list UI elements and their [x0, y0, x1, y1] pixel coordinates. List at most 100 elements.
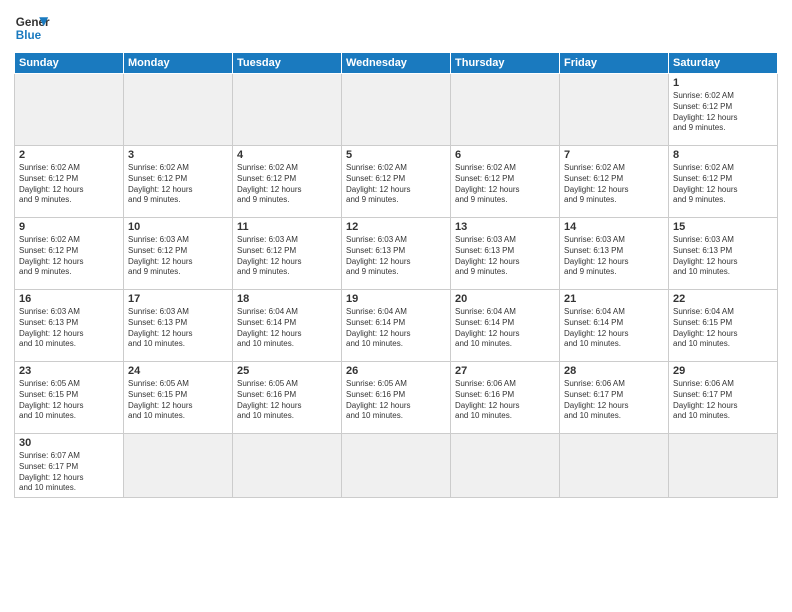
- cell-info: Sunrise: 6:03 AM Sunset: 6:13 PM Dayligh…: [128, 307, 228, 350]
- day-number: 28: [564, 365, 664, 377]
- calendar-cell: [451, 434, 560, 498]
- calendar-cell: 15Sunrise: 6:03 AM Sunset: 6:13 PM Dayli…: [669, 218, 778, 290]
- calendar-cell: 30Sunrise: 6:07 AM Sunset: 6:17 PM Dayli…: [15, 434, 124, 498]
- cell-info: Sunrise: 6:02 AM Sunset: 6:12 PM Dayligh…: [19, 235, 119, 278]
- calendar-cell: [451, 74, 560, 146]
- calendar-cell: 16Sunrise: 6:03 AM Sunset: 6:13 PM Dayli…: [15, 290, 124, 362]
- calendar-cell: [669, 434, 778, 498]
- cell-info: Sunrise: 6:04 AM Sunset: 6:14 PM Dayligh…: [346, 307, 446, 350]
- header: General Blue: [14, 10, 778, 46]
- day-number: 30: [19, 437, 119, 449]
- calendar-cell: 7 Sunrise: 6:02 AM Sunset: 6:12 PM Daylig…: [560, 146, 669, 218]
- calendar-cell: [124, 434, 233, 498]
- cell-info: Sunrise: 6:02 AM Sunset: 6:12 PM Dayligh…: [455, 163, 555, 206]
- cell-info: Sunrise: 6:03 AM Sunset: 6:13 PM Dayligh…: [19, 307, 119, 350]
- calendar-cell: [15, 74, 124, 146]
- cell-info: Sunrise: 6:03 AM Sunset: 6:13 PM Dayligh…: [346, 235, 446, 278]
- calendar-cell: 26Sunrise: 6:05 AM Sunset: 6:16 PM Dayli…: [342, 362, 451, 434]
- day-number: 6: [455, 149, 555, 161]
- day-number: 9: [19, 221, 119, 233]
- calendar-cell: 6 Sunrise: 6:02 AM Sunset: 6:12 PM Daylig…: [451, 146, 560, 218]
- day-number: 22: [673, 293, 773, 305]
- calendar-cell: 20 Sunrise: 6:04 AM Sunset: 6:14 PM Dayli…: [451, 290, 560, 362]
- calendar-cell: 22Sunrise: 6:04 AM Sunset: 6:15 PM Dayli…: [669, 290, 778, 362]
- calendar-cell: 29Sunrise: 6:06 AM Sunset: 6:17 PM Dayli…: [669, 362, 778, 434]
- day-number: 10: [128, 221, 228, 233]
- cell-info: Sunrise: 6:02 AM Sunset: 6:12 PM Dayligh…: [673, 163, 773, 206]
- calendar-week-2: 2 Sunrise: 6:02 AM Sunset: 6:12 PM Daylig…: [15, 146, 778, 218]
- day-of-week-saturday: Saturday: [669, 53, 778, 74]
- day-number: 4: [237, 149, 337, 161]
- day-number: 29: [673, 365, 773, 377]
- cell-info: Sunrise: 6:03 AM Sunset: 6:12 PM Dayligh…: [237, 235, 337, 278]
- cell-info: Sunrise: 6:06 AM Sunset: 6:16 PM Dayligh…: [455, 379, 555, 422]
- svg-text:Blue: Blue: [16, 29, 42, 42]
- logo: General Blue: [14, 10, 50, 46]
- cell-info: Sunrise: 6:02 AM Sunset: 6:12 PM Dayligh…: [237, 163, 337, 206]
- day-of-week-friday: Friday: [560, 53, 669, 74]
- calendar-cell: 25Sunrise: 6:05 AM Sunset: 6:16 PM Dayli…: [233, 362, 342, 434]
- cell-info: Sunrise: 6:02 AM Sunset: 6:12 PM Dayligh…: [19, 163, 119, 206]
- logo-icon: General Blue: [14, 10, 50, 46]
- day-of-week-thursday: Thursday: [451, 53, 560, 74]
- calendar-cell: [233, 434, 342, 498]
- cell-info: Sunrise: 6:05 AM Sunset: 6:16 PM Dayligh…: [237, 379, 337, 422]
- cell-info: Sunrise: 6:06 AM Sunset: 6:17 PM Dayligh…: [564, 379, 664, 422]
- calendar-week-3: 9 Sunrise: 6:02 AM Sunset: 6:12 PM Daylig…: [15, 218, 778, 290]
- calendar-cell: [560, 74, 669, 146]
- calendar-cell: 28 Sunrise: 6:06 AM Sunset: 6:17 PM Dayli…: [560, 362, 669, 434]
- day-number: 15: [673, 221, 773, 233]
- cell-info: Sunrise: 6:02 AM Sunset: 6:12 PM Dayligh…: [564, 163, 664, 206]
- calendar-header-row: SundayMondayTuesdayWednesdayThursdayFrid…: [15, 53, 778, 74]
- calendar-week-5: 23 Sunrise: 6:05 AM Sunset: 6:15 PM Dayli…: [15, 362, 778, 434]
- day-number: 2: [19, 149, 119, 161]
- calendar-cell: 11 Sunrise: 6:03 AM Sunset: 6:12 PM Dayli…: [233, 218, 342, 290]
- cell-info: Sunrise: 6:03 AM Sunset: 6:12 PM Dayligh…: [128, 235, 228, 278]
- day-number: 18: [237, 293, 337, 305]
- day-number: 11: [237, 221, 337, 233]
- calendar-cell: 14Sunrise: 6:03 AM Sunset: 6:13 PM Dayli…: [560, 218, 669, 290]
- calendar-cell: 5Sunrise: 6:02 AM Sunset: 6:12 PM Daylig…: [342, 146, 451, 218]
- calendar-week-1: 1Sunrise: 6:02 AM Sunset: 6:12 PM Daylig…: [15, 74, 778, 146]
- calendar-cell: 4 Sunrise: 6:02 AM Sunset: 6:12 PM Daylig…: [233, 146, 342, 218]
- cell-info: Sunrise: 6:04 AM Sunset: 6:14 PM Dayligh…: [237, 307, 337, 350]
- calendar-cell: 17 Sunrise: 6:03 AM Sunset: 6:13 PM Dayli…: [124, 290, 233, 362]
- day-of-week-tuesday: Tuesday: [233, 53, 342, 74]
- calendar-cell: 12 Sunrise: 6:03 AM Sunset: 6:13 PM Dayli…: [342, 218, 451, 290]
- calendar-cell: 24Sunrise: 6:05 AM Sunset: 6:15 PM Dayli…: [124, 362, 233, 434]
- calendar-cell: [124, 74, 233, 146]
- cell-info: Sunrise: 6:02 AM Sunset: 6:12 PM Dayligh…: [346, 163, 446, 206]
- cell-info: Sunrise: 6:03 AM Sunset: 6:13 PM Dayligh…: [455, 235, 555, 278]
- page: General Blue SundayMondayTuesdayWednesda…: [0, 0, 792, 612]
- day-number: 24: [128, 365, 228, 377]
- cell-info: Sunrise: 6:02 AM Sunset: 6:12 PM Dayligh…: [673, 91, 773, 134]
- cell-info: Sunrise: 6:04 AM Sunset: 6:14 PM Dayligh…: [564, 307, 664, 350]
- day-number: 13: [455, 221, 555, 233]
- day-number: 12: [346, 221, 446, 233]
- cell-info: Sunrise: 6:05 AM Sunset: 6:15 PM Dayligh…: [19, 379, 119, 422]
- day-number: 17: [128, 293, 228, 305]
- calendar-cell: 21 Sunrise: 6:04 AM Sunset: 6:14 PM Dayli…: [560, 290, 669, 362]
- calendar-cell: [342, 434, 451, 498]
- day-number: 8: [673, 149, 773, 161]
- calendar-cell: 27 Sunrise: 6:06 AM Sunset: 6:16 PM Dayli…: [451, 362, 560, 434]
- day-number: 23: [19, 365, 119, 377]
- day-number: 19: [346, 293, 446, 305]
- day-number: 20: [455, 293, 555, 305]
- calendar-cell: 18 Sunrise: 6:04 AM Sunset: 6:14 PM Dayli…: [233, 290, 342, 362]
- cell-info: Sunrise: 6:04 AM Sunset: 6:14 PM Dayligh…: [455, 307, 555, 350]
- day-number: 3: [128, 149, 228, 161]
- day-number: 7: [564, 149, 664, 161]
- calendar: SundayMondayTuesdayWednesdayThursdayFrid…: [14, 52, 778, 498]
- day-number: 21: [564, 293, 664, 305]
- calendar-cell: 2 Sunrise: 6:02 AM Sunset: 6:12 PM Daylig…: [15, 146, 124, 218]
- calendar-cell: 1Sunrise: 6:02 AM Sunset: 6:12 PM Daylig…: [669, 74, 778, 146]
- day-of-week-sunday: Sunday: [15, 53, 124, 74]
- day-of-week-wednesday: Wednesday: [342, 53, 451, 74]
- calendar-cell: 19 Sunrise: 6:04 AM Sunset: 6:14 PM Dayli…: [342, 290, 451, 362]
- calendar-week-4: 16Sunrise: 6:03 AM Sunset: 6:13 PM Dayli…: [15, 290, 778, 362]
- day-number: 27: [455, 365, 555, 377]
- calendar-cell: [342, 74, 451, 146]
- calendar-cell: 3Sunrise: 6:02 AM Sunset: 6:12 PM Daylig…: [124, 146, 233, 218]
- calendar-week-6: 30Sunrise: 6:07 AM Sunset: 6:17 PM Dayli…: [15, 434, 778, 498]
